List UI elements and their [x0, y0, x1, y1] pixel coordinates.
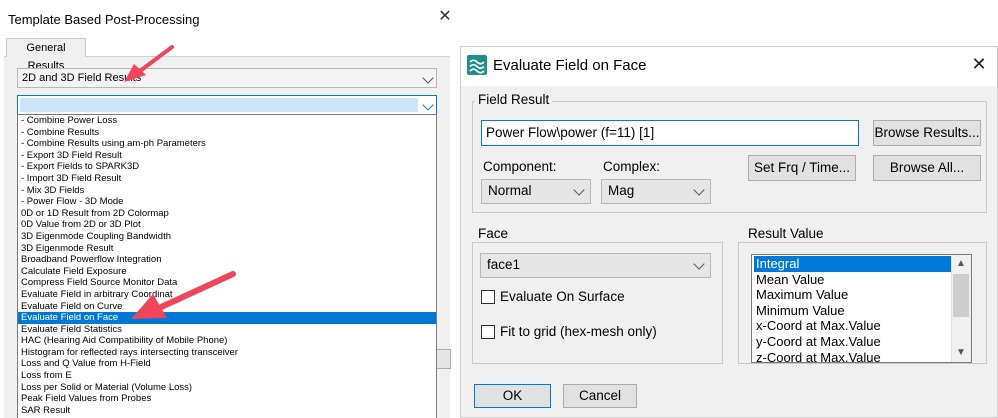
list-item[interactable]: Histogram for reflected rays intersectin… — [18, 347, 436, 359]
chevron-down-icon — [422, 99, 434, 111]
list-item[interactable]: - Mix 3D Fields — [18, 185, 436, 197]
list-item[interactable]: Evaluate Field in arbitrary Coordinat — [18, 289, 436, 301]
partially-hidden-button[interactable] — [437, 349, 451, 369]
wave-icon — [469, 59, 485, 74]
list-item[interactable]: Loss per Solid or Material (Volume Loss) — [18, 382, 436, 394]
result-type-value: 2D and 3D Field Results — [22, 72, 142, 84]
list-item[interactable]: Loss and Q Value from H-Field — [18, 358, 436, 370]
dialog-title: Evaluate Field on Face — [493, 57, 647, 74]
result-value-item[interactable]: Integral — [754, 256, 953, 272]
list-item[interactable]: - Combine Results using am-ph Parameters — [18, 138, 436, 150]
list-item[interactable]: - Import 3D Field Result — [18, 173, 436, 185]
cancel-button[interactable]: Cancel — [563, 384, 637, 408]
template-dropdown[interactable] — [17, 95, 437, 115]
chevron-down-icon — [573, 184, 585, 196]
chevron-down-icon — [693, 258, 705, 270]
browse-results-button[interactable]: Browse Results... — [873, 120, 981, 146]
set-frq-time-button[interactable]: Set Frq / Time... — [748, 155, 856, 181]
list-item[interactable]: - Export 3D Field Result — [18, 150, 436, 162]
result-value-item[interactable]: Minimum Value — [754, 303, 953, 319]
face-label: Face — [475, 226, 512, 241]
complex-dropdown[interactable]: Mag — [601, 179, 711, 204]
face-value: face1 — [487, 257, 521, 272]
list-item[interactable]: - Combine Results — [18, 127, 436, 139]
evaluate-on-surface-label[interactable]: Evaluate On Surface — [500, 289, 625, 304]
result-value-item[interactable]: y-Coord at Max.Value — [754, 334, 953, 350]
result-value-item[interactable]: x-Coord at Max.Value — [754, 318, 953, 334]
template-dropdown-selection — [20, 98, 418, 112]
field-result-label: Field Result — [475, 92, 553, 107]
evaluate-on-surface-checkbox[interactable] — [481, 290, 495, 304]
list-item[interactable]: Compress Field Source Monitor Data — [18, 277, 436, 289]
list-item[interactable]: Loss from E — [18, 370, 436, 382]
scroll-down-icon[interactable]: ▼ — [951, 345, 971, 361]
ok-button[interactable]: OK — [474, 384, 551, 408]
component-dropdown[interactable]: Normal — [481, 179, 591, 204]
result-value-item[interactable]: Maximum Value — [754, 287, 953, 303]
fit-to-grid-checkbox[interactable] — [481, 325, 495, 339]
list-item[interactable]: 3D Eigenmode Coupling Bandwidth — [18, 231, 436, 243]
list-item[interactable]: HAC (Hearing Aid Compatibility of Mobile… — [18, 335, 436, 347]
list-item[interactable]: - Power Flow - 3D Mode — [18, 196, 436, 208]
list-item[interactable]: Broadband Powerflow Integration — [18, 254, 436, 266]
close-icon[interactable]: ✕ — [437, 8, 453, 26]
component-value: Normal — [488, 183, 532, 198]
scroll-up-icon[interactable]: ▲ — [951, 256, 971, 272]
chevron-down-icon — [422, 72, 434, 84]
complex-label: Complex: — [603, 159, 661, 174]
list-item[interactable]: Evaluate Field on Face — [18, 312, 436, 324]
list-item[interactable]: Peak Field Values from Probes — [18, 393, 436, 405]
chevron-down-icon — [693, 184, 705, 196]
result-value-list[interactable]: Integral Mean Value Maximum Value Minimum V… — [751, 254, 972, 363]
close-icon[interactable]: ✕ — [969, 54, 989, 74]
list-item[interactable]: 0D or 1D Result from 2D Colormap — [18, 208, 436, 220]
fit-to-grid-label[interactable]: Fit to grid (hex-mesh only) — [500, 324, 657, 339]
result-value-label: Result Value — [745, 226, 827, 241]
list-item[interactable]: - Export Fields to SPARK3D — [18, 161, 436, 173]
template-list: - Combine Power Loss - Combine Results - C… — [17, 114, 437, 418]
list-item[interactable]: Evaluate Field Statistics — [18, 324, 436, 336]
result-value-item[interactable]: z-Coord at Max.Value — [754, 350, 953, 362]
list-item[interactable]: - Combine Power Loss — [18, 115, 436, 127]
app-icon — [467, 55, 487, 75]
component-label: Component: — [483, 159, 557, 174]
list-item[interactable]: 3D Eigenmode Result — [18, 243, 436, 255]
scroll-thumb[interactable] — [953, 274, 969, 317]
list-item[interactable]: SAR Result — [18, 405, 436, 417]
result-value-item[interactable]: Mean Value — [754, 272, 953, 288]
face-dropdown[interactable]: face1 — [480, 253, 711, 278]
complex-value: Mag — [608, 183, 635, 198]
list-item[interactable]: 0D Value from 2D or 3D Plot — [18, 219, 436, 231]
list-item[interactable]: Calculate Field Exposure — [18, 266, 436, 278]
left-dialog-title: Template Based Post-Processing — [8, 12, 200, 27]
tab-general-results[interactable]: General Results — [6, 38, 86, 72]
list-item[interactable]: Evaluate Field on Curve — [18, 301, 436, 313]
field-result-input[interactable]: Power Flow\power (f=11) [1] — [481, 120, 859, 146]
browse-all-button[interactable]: Browse All... — [873, 155, 981, 181]
result-type-dropdown[interactable]: 2D and 3D Field Results — [17, 68, 437, 88]
